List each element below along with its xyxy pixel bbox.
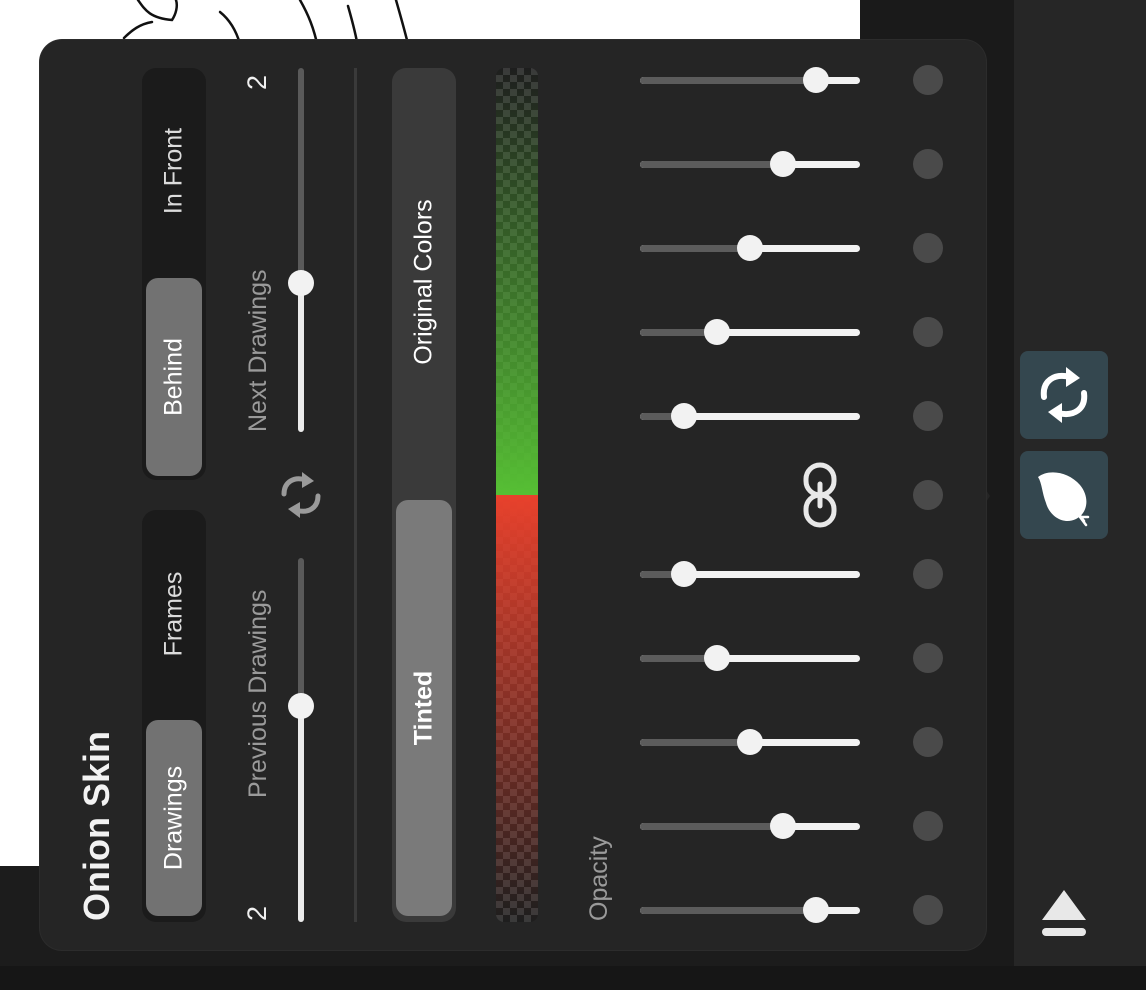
- onion-skin-button[interactable]: [1020, 451, 1108, 539]
- next-opacity-slider-fill: [640, 739, 750, 746]
- previous-drawings-knob[interactable]: [288, 693, 314, 719]
- onion-icon: [1038, 472, 1090, 527]
- onion-layer-dot[interactable]: [913, 559, 943, 589]
- onion-layer-dot[interactable]: [913, 149, 943, 179]
- previous-opacity-knob[interactable]: [770, 151, 796, 177]
- eject-icon: [1042, 890, 1086, 936]
- next-drawings-slider-fill: [298, 284, 304, 432]
- mode-option-frames[interactable]: Frames: [146, 516, 202, 712]
- previous-opacity-knob[interactable]: [737, 235, 763, 261]
- next-count: 2: [242, 74, 272, 90]
- next-drawings-knob[interactable]: [288, 270, 314, 296]
- next-drawings-label: Next Drawings: [244, 269, 272, 432]
- onion-layer-dot[interactable]: [913, 895, 943, 925]
- next-opacity-knob[interactable]: [770, 813, 796, 839]
- next-opacity-knob[interactable]: [704, 645, 730, 671]
- eject-button[interactable]: [1040, 886, 1088, 940]
- opacity-label: Opacity: [585, 836, 613, 921]
- previous-drawings-slider-fill: [298, 706, 304, 922]
- previous-opacity-slider[interactable]: [640, 329, 860, 336]
- link-opacity-button[interactable]: [802, 462, 838, 528]
- bottom-bar: [0, 966, 1146, 990]
- onion-layer-dot[interactable]: [913, 401, 943, 431]
- tint-preview-bar: [496, 68, 538, 922]
- next-opacity-slider[interactable]: [640, 823, 860, 830]
- previous-tint-swatch: [496, 495, 538, 922]
- previous-opacity-slider-fill: [640, 77, 816, 84]
- next-opacity-slider[interactable]: [640, 655, 860, 662]
- previous-count: 2: [242, 905, 272, 921]
- swap-direction-icon: [281, 472, 321, 518]
- current-drawing-dot[interactable]: [913, 480, 943, 510]
- onion-layer-dot[interactable]: [913, 727, 943, 757]
- previous-opacity-slider-fill: [640, 161, 783, 168]
- onion-layer-dot[interactable]: [913, 233, 943, 263]
- color-option-original-label: Original Colors: [409, 199, 438, 365]
- color-option-tinted-label: Tinted: [409, 670, 438, 746]
- swap-direction-button[interactable]: [274, 468, 328, 522]
- previous-opacity-slider-fill: [640, 245, 750, 252]
- onion-layer-dot[interactable]: [913, 643, 943, 673]
- mode-option-frames-label: Frames: [159, 571, 188, 657]
- previous-opacity-knob[interactable]: [671, 403, 697, 429]
- position-option-in-front[interactable]: In Front: [146, 72, 202, 270]
- cycle-arrows-icon: [1040, 367, 1088, 423]
- onion-layer-dot[interactable]: [913, 65, 943, 95]
- previous-opacity-knob[interactable]: [803, 67, 829, 93]
- previous-opacity-slider[interactable]: [640, 161, 860, 168]
- mode-option-drawings-label: Drawings: [159, 765, 188, 871]
- next-opacity-slider-fill: [640, 907, 816, 914]
- next-opacity-knob[interactable]: [737, 729, 763, 755]
- onion-layer-dot[interactable]: [913, 811, 943, 841]
- color-option-tinted[interactable]: Tinted: [396, 500, 452, 916]
- cycle-button[interactable]: [1020, 351, 1108, 439]
- position-option-in-front-label: In Front: [159, 127, 188, 215]
- divider: [354, 68, 357, 922]
- next-opacity-knob[interactable]: [671, 561, 697, 587]
- panel-title: Onion Skin: [76, 730, 117, 921]
- mode-option-drawings[interactable]: Drawings: [146, 720, 202, 916]
- onion-layer-dot[interactable]: [913, 317, 943, 347]
- previous-opacity-knob[interactable]: [704, 319, 730, 345]
- link-icon: [803, 462, 837, 528]
- next-opacity-knob[interactable]: [803, 897, 829, 923]
- previous-drawings-label: Previous Drawings: [244, 589, 272, 798]
- color-option-original[interactable]: Original Colors: [396, 72, 452, 492]
- position-option-behind-label: Behind: [159, 338, 188, 416]
- next-tint-swatch: [496, 68, 538, 495]
- next-opacity-slider-fill: [640, 823, 783, 830]
- position-option-behind[interactable]: Behind: [146, 278, 202, 476]
